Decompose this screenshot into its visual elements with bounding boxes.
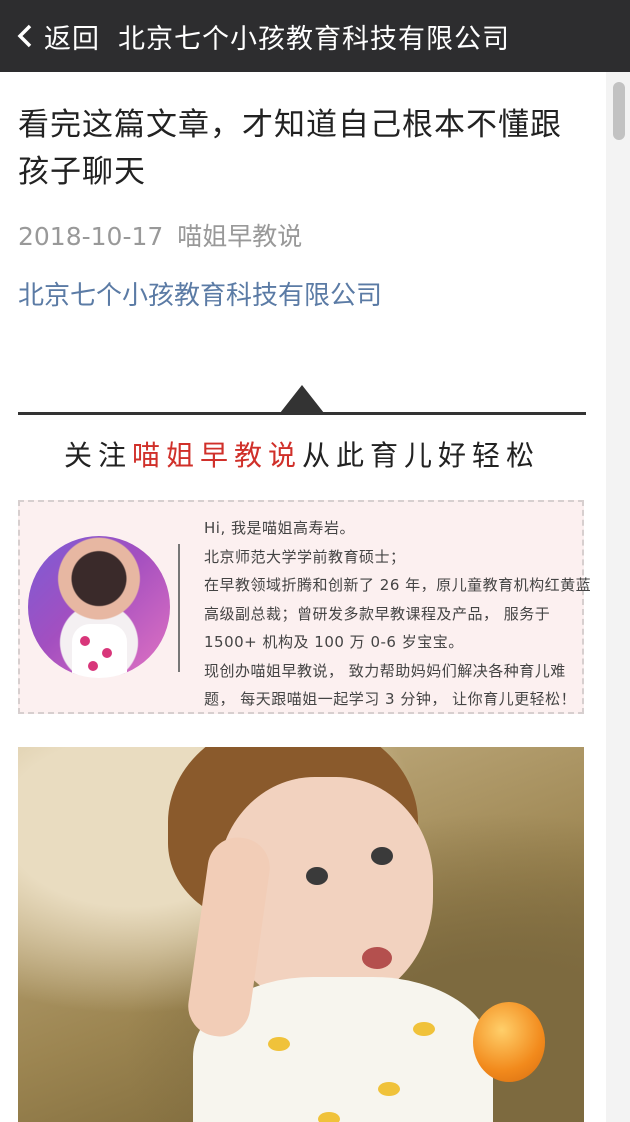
author-avatar — [28, 536, 170, 678]
avatar-dress — [72, 624, 127, 678]
author-intro-card: Hi, 我是喵姐高寿岩。 北京师范大学学前教育硕士； 在早教领域折腾和创新了 2… — [18, 500, 592, 714]
dress-flower — [88, 661, 98, 671]
account-link[interactable]: 北京七个小孩教育科技有限公司 — [18, 275, 382, 312]
follow-account-name: 喵姐早教说 — [131, 439, 302, 472]
intro-text: Hi, 我是喵姐高寿岩。 北京师范大学学前教育硕士； 在早教领域折腾和创新了 2… — [204, 514, 592, 714]
top-nav-bar: 返回 北京七个小孩教育科技有限公司 — [0, 0, 630, 72]
photo-toy — [473, 1002, 545, 1082]
photo-eye — [371, 847, 393, 865]
article-content: 看完这篇文章，才知道自己根本不懂跟孩子聊天 2018-10-17 喵姐早教说 北京… — [0, 72, 606, 1122]
intro-line: 北京师范大学学前教育硕士； — [204, 547, 406, 566]
photo-mouth — [362, 947, 392, 969]
divider-line — [18, 412, 586, 415]
shirt-dot — [413, 1022, 435, 1036]
author-name[interactable]: 喵姐早教说 — [177, 222, 302, 251]
dress-flower — [80, 636, 90, 646]
intro-line: 题， 每天跟喵姐一起学习 3 分钟， 让你育儿更轻松！ — [204, 690, 577, 708]
shirt-dot — [378, 1082, 400, 1096]
follow-suffix: 从此育儿好轻松 — [302, 439, 541, 472]
chevron-left-icon — [17, 24, 32, 48]
shirt-dot — [268, 1037, 290, 1051]
scrollbar[interactable] — [606, 72, 630, 1122]
intro-line: 在早教领域折腾和创新了 26 年，原儿童教育机构红黄蓝 — [204, 576, 592, 594]
back-button[interactable]: 返回 — [16, 17, 100, 56]
scrollbar-thumb[interactable] — [613, 82, 625, 140]
dress-flower — [102, 648, 112, 658]
intro-line: 1500+ 机构及 100 万 0-6 岁宝宝。 — [204, 633, 464, 651]
article-meta: 2018-10-17 喵姐早教说 — [18, 217, 302, 253]
intro-line: 高级副总裁；曾研发多款早教课程及产品， 服务于 — [204, 604, 551, 623]
back-label: 返回 — [44, 23, 100, 55]
divider-triangle — [280, 385, 324, 413]
intro-line: Hi, 我是喵姐高寿岩。 — [204, 519, 355, 537]
card-separator — [178, 544, 180, 672]
shirt-dot — [318, 1112, 340, 1122]
photo-eye — [306, 867, 328, 885]
article-photo — [18, 747, 584, 1122]
publish-date: 2018-10-17 — [18, 222, 164, 251]
intro-line: 现创办喵姐早教说， 致力帮助妈妈们解决各种育儿难 — [204, 661, 566, 680]
nav-title: 北京七个小孩教育科技有限公司 — [118, 23, 510, 55]
article-title: 看完这篇文章，才知道自己根本不懂跟孩子聊天 — [18, 107, 562, 190]
follow-prefix: 关注 — [63, 439, 132, 472]
follow-banner: 关注喵姐早教说从此育儿好轻松 — [18, 434, 586, 474]
